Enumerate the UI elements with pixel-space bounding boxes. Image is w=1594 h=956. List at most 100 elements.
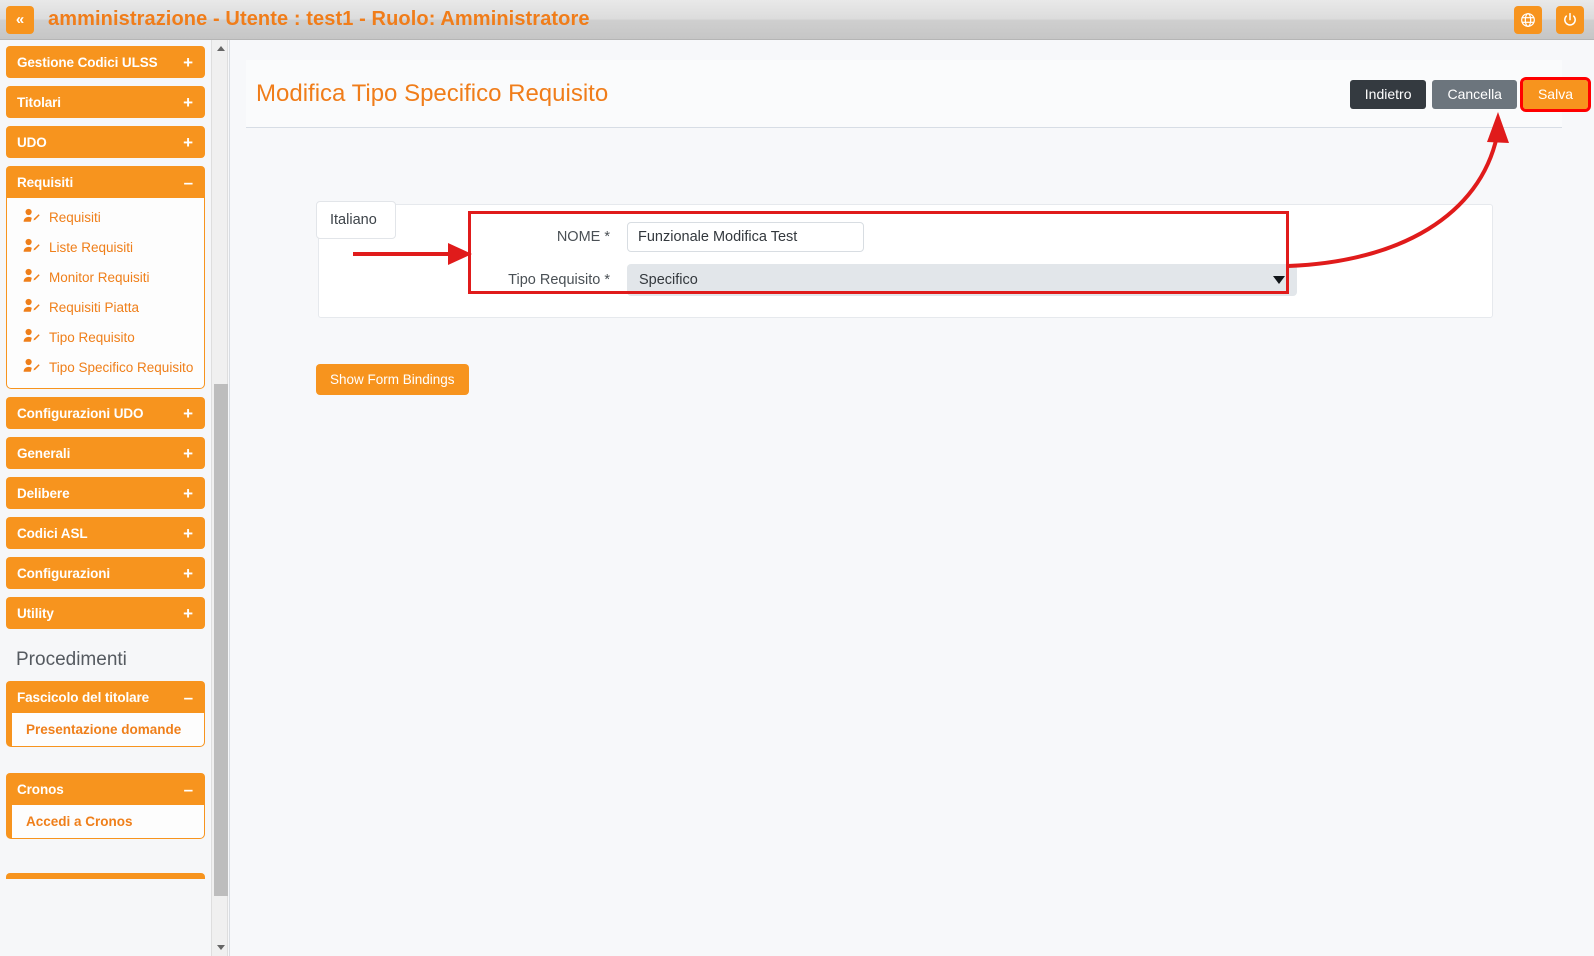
form-fields: NOME * Tipo Requisito * Specifico xyxy=(470,222,1340,308)
form-row-tipo-requisito: Tipo Requisito * Specifico xyxy=(470,264,1340,296)
user-edit-icon xyxy=(23,328,40,346)
sidebar-group-requisiti[interactable]: Requisiti – Requisiti Liste Requisiti Mo… xyxy=(6,166,205,389)
sidebar-scrollbar[interactable] xyxy=(211,40,228,956)
expand-plus-icon[interactable]: + xyxy=(183,565,193,582)
sidebar-section-title-procedimenti: Procedimenti xyxy=(16,649,127,670)
sidebar-item-label: Liste Requisiti xyxy=(49,239,134,255)
sidebar-group-label: Configurazioni xyxy=(17,565,111,581)
expand-plus-icon[interactable]: + xyxy=(183,605,193,622)
main-content-area: Modifica Tipo Specifico Requisito Indiet… xyxy=(229,40,1594,956)
caret-down-icon xyxy=(1273,276,1285,284)
save-button[interactable]: Salva xyxy=(1519,76,1592,113)
sidebar-group-header[interactable]: Gestione Codici ULSS + xyxy=(6,46,205,78)
sidebar-group-label: Requisiti xyxy=(17,174,74,190)
sidebar-group-partial[interactable] xyxy=(6,873,205,879)
sidebar-group-udo[interactable]: UDO + xyxy=(6,126,205,158)
sidebar-group-header[interactable]: Configurazioni UDO + xyxy=(6,397,205,429)
globe-icon[interactable] xyxy=(1514,5,1542,34)
show-form-bindings-button[interactable]: Show Form Bindings xyxy=(316,364,469,395)
sidebar-group-label: Fascicolo del titolare xyxy=(17,689,150,705)
cancel-button[interactable]: Cancella xyxy=(1432,80,1517,110)
scrollbar-thumb[interactable] xyxy=(214,384,228,896)
collapse-minus-icon[interactable]: – xyxy=(184,689,193,706)
sidebar-item-label: Tipo Requisito xyxy=(49,329,135,345)
sidebar-group-cronos[interactable]: Cronos – Accedi a Cronos xyxy=(6,773,205,839)
header-actions xyxy=(1514,5,1584,34)
action-button-group: Indietro Cancella Salva xyxy=(1349,76,1592,113)
sidebar-item-monitor-requisiti[interactable]: Monitor Requisiti xyxy=(7,262,204,292)
expand-plus-icon[interactable]: + xyxy=(183,445,193,462)
expand-plus-icon[interactable]: + xyxy=(183,134,193,151)
user-edit-icon xyxy=(23,358,40,376)
collapse-minus-icon[interactable]: – xyxy=(184,174,193,191)
sidebar-group-label: Gestione Codici ULSS xyxy=(17,54,158,70)
tipo-requisito-select[interactable]: Specifico xyxy=(627,264,1297,296)
sidebar-item-accedi-a-cronos[interactable]: Accedi a Cronos xyxy=(12,805,204,838)
user-edit-icon xyxy=(23,268,40,286)
sidebar-group-header[interactable]: Cronos – xyxy=(6,773,205,805)
expand-plus-icon[interactable]: + xyxy=(183,405,193,422)
sidebar-group-header[interactable]: Generali + xyxy=(6,437,205,469)
scrollbar-down-arrow-icon[interactable] xyxy=(212,939,229,956)
sidebar-group-codici-asl[interactable]: Codici ASL + xyxy=(6,517,205,549)
page-header-title: amministrazione - Utente : test1 - Ruolo… xyxy=(48,8,590,30)
user-edit-icon xyxy=(23,208,40,226)
sidebar-group-header[interactable]: Fascicolo del titolare – xyxy=(6,681,205,713)
form-row-nome: NOME * xyxy=(470,222,1340,252)
sidebar-group-label: Codici ASL xyxy=(17,525,88,541)
sidebar-group-label: UDO xyxy=(17,134,47,150)
scrollbar-up-arrow-icon[interactable] xyxy=(212,40,229,57)
power-icon[interactable] xyxy=(1556,5,1584,34)
sidebar-item-tipo-specifico-requisito[interactable]: Tipo Specifico Requisito xyxy=(7,352,204,382)
sidebar-submenu-requisiti: Requisiti Liste Requisiti Monitor Requis… xyxy=(6,198,205,389)
sidebar-group-label: Generali xyxy=(17,445,71,461)
sidebar-item-tipo-requisito[interactable]: Tipo Requisito xyxy=(7,322,204,352)
sidebar-item-requisiti[interactable]: Requisiti xyxy=(7,202,204,232)
sidebar-group-header[interactable]: Requisiti – xyxy=(6,166,205,198)
sidebar-group-header[interactable]: UDO + xyxy=(6,126,205,158)
expand-plus-icon[interactable]: + xyxy=(183,54,193,71)
sidebar-item-presentazione-domande[interactable]: Presentazione domande xyxy=(12,713,204,746)
sidebar-group-header[interactable]: Codici ASL + xyxy=(6,517,205,549)
sidebar-submenu-cronos: Accedi a Cronos xyxy=(6,805,205,839)
sidebar-navigation: Gestione Codici ULSS + Titolari + UDO + … xyxy=(0,40,211,956)
sidebar-group-label: Utility xyxy=(17,605,54,621)
page-title: Modifica Tipo Specifico Requisito xyxy=(256,80,609,107)
sidebar-item-label: Requisiti xyxy=(49,209,101,225)
nome-label: NOME * xyxy=(556,229,610,245)
sidebar-group-gestione-codici-ulss[interactable]: Gestione Codici ULSS + xyxy=(6,46,205,78)
user-edit-icon xyxy=(23,298,40,316)
sidebar-collapse-icon[interactable]: « xyxy=(6,5,34,34)
sidebar-group-generali[interactable]: Generali + xyxy=(6,437,205,469)
nome-input[interactable] xyxy=(627,222,864,252)
sidebar-submenu-fascicolo: Presentazione domande xyxy=(6,713,205,747)
sidebar-item-label: Tipo Specifico Requisito xyxy=(49,359,194,375)
sidebar-group-configurazioni-udo[interactable]: Configurazioni UDO + xyxy=(6,397,205,429)
sidebar-group-delibere[interactable]: Delibere + xyxy=(6,477,205,509)
sidebar-group-header[interactable]: Titolari + xyxy=(6,86,205,118)
sidebar-group-label: Configurazioni UDO xyxy=(17,405,144,421)
sidebar-group-header[interactable]: Delibere + xyxy=(6,477,205,509)
top-header-bar: « amministrazione - Utente : test1 - Ruo… xyxy=(0,0,1594,40)
sidebar-group-fascicolo-del-titolare[interactable]: Fascicolo del titolare – Presentazione d… xyxy=(6,681,205,747)
sidebar-group-header[interactable]: Configurazioni + xyxy=(6,557,205,589)
sidebar-group-label: Delibere xyxy=(17,485,70,501)
sidebar-item-label: Monitor Requisiti xyxy=(49,269,150,285)
collapse-minus-icon[interactable]: – xyxy=(184,781,193,798)
expand-plus-icon[interactable]: + xyxy=(183,485,193,502)
sidebar-group-titolari[interactable]: Titolari + xyxy=(6,86,205,118)
sidebar-item-label: Requisiti Piatta xyxy=(49,299,140,315)
tipo-requisito-label: Tipo Requisito * xyxy=(508,272,610,288)
back-button[interactable]: Indietro xyxy=(1349,80,1427,110)
user-edit-icon xyxy=(23,238,40,256)
expand-plus-icon[interactable]: + xyxy=(183,525,193,542)
sidebar-group-utility[interactable]: Utility + xyxy=(6,597,205,629)
sidebar-group-configurazioni[interactable]: Configurazioni + xyxy=(6,557,205,589)
sidebar-group-header[interactable]: Utility + xyxy=(6,597,205,629)
expand-plus-icon[interactable]: + xyxy=(183,94,193,111)
tab-italiano[interactable]: Italiano xyxy=(316,201,396,239)
sidebar-item-requisiti-piatta[interactable]: Requisiti Piatta xyxy=(7,292,204,322)
sidebar-item-liste-requisiti[interactable]: Liste Requisiti xyxy=(7,232,204,262)
sidebar-group-label: Cronos xyxy=(17,781,64,797)
sidebar-group-label: Titolari xyxy=(17,94,61,110)
